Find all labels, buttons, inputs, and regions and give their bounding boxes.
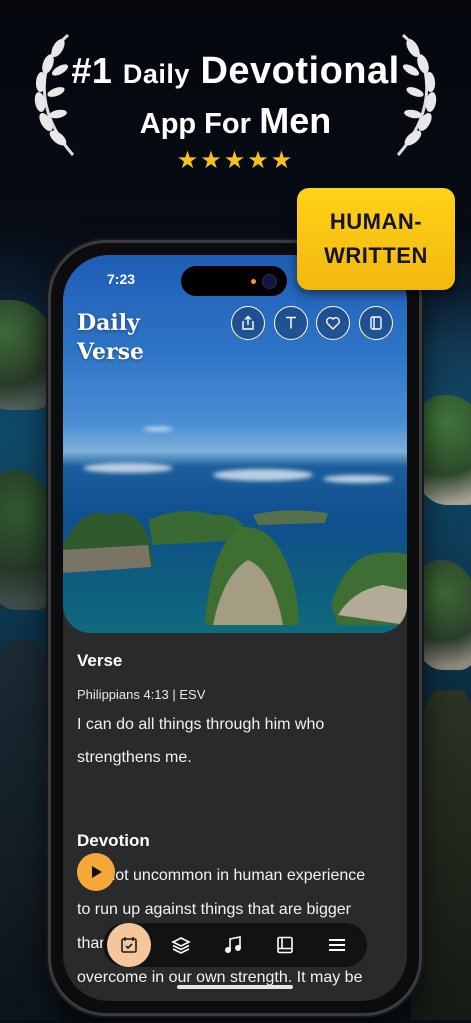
- verse-reference: Philippians 4:13 | ESV: [77, 687, 206, 702]
- home-indicator: [177, 985, 293, 989]
- phone-screen: 7:23 Daily Verse Verse Philippians 4:13 …: [63, 255, 407, 1001]
- verse-text-line1: I can do all things through him who: [77, 716, 325, 733]
- headline-devotional: Devotional: [200, 50, 400, 92]
- tab-menu[interactable]: [311, 923, 363, 967]
- headline-rank: #1: [71, 50, 113, 91]
- rating-stars: ★★★★★: [176, 147, 295, 174]
- book-icon: [277, 936, 293, 954]
- verse-heading: Verse: [77, 651, 123, 670]
- calendar-check-icon: [121, 937, 137, 953]
- headline-daily: Daily: [122, 59, 190, 89]
- play-audio-button[interactable]: [77, 853, 115, 891]
- phone-frame: 7:23 Daily Verse Verse Philippians 4:13 …: [48, 240, 422, 1016]
- verse-text-line2: strengthens me.: [77, 749, 192, 766]
- share-icon: [242, 315, 254, 330]
- play-icon: [92, 866, 102, 878]
- devotion-line2: to run up against things that are bigger: [77, 901, 351, 918]
- verse-section: Verse Philippians 4:13 | ESV I can do al…: [77, 651, 397, 774]
- devotion-line1: It is not uncommon in human experience: [77, 867, 366, 884]
- bookmark-icon: [370, 316, 382, 330]
- tab-collections[interactable]: [155, 923, 207, 967]
- app-title-line2: Verse: [77, 339, 145, 365]
- human-written-badge: HUMAN- WRITTEN: [297, 188, 455, 290]
- camera-icon: [262, 274, 277, 289]
- headline-line1: #1 Daily Devotional: [0, 50, 471, 93]
- bookmark-button[interactable]: [359, 306, 393, 340]
- menu-icon: [329, 939, 345, 951]
- badge-line2: WRITTEN: [324, 243, 428, 268]
- share-button[interactable]: [231, 306, 265, 340]
- badge-line1: HUMAN-: [329, 209, 423, 234]
- devotion-heading: Devotion: [77, 831, 150, 850]
- heart-icon: [326, 317, 340, 330]
- app-title-line1: Daily: [77, 310, 140, 336]
- headline-line2: App For Men: [0, 100, 471, 142]
- tab-music[interactable]: [207, 923, 259, 967]
- privacy-indicator-icon: [251, 279, 256, 284]
- app-title: Daily Verse: [77, 309, 144, 367]
- tab-daily[interactable]: [107, 923, 151, 967]
- headline-app-for: App For: [139, 108, 251, 140]
- tab-bible[interactable]: [259, 923, 311, 967]
- text-size-button[interactable]: [274, 306, 308, 340]
- music-note-icon: [224, 936, 242, 954]
- bottom-tab-bar: [103, 923, 367, 967]
- dynamic-island: [181, 266, 287, 296]
- headline-men: Men: [259, 100, 332, 141]
- verse-text: I can do all things through him who stre…: [77, 708, 397, 774]
- text-size-icon: [286, 316, 296, 329]
- layers-icon: [171, 937, 191, 954]
- favorite-button[interactable]: [316, 306, 350, 340]
- hero-image: 7:23 Daily Verse: [63, 255, 407, 633]
- status-time: 7:23: [107, 271, 136, 287]
